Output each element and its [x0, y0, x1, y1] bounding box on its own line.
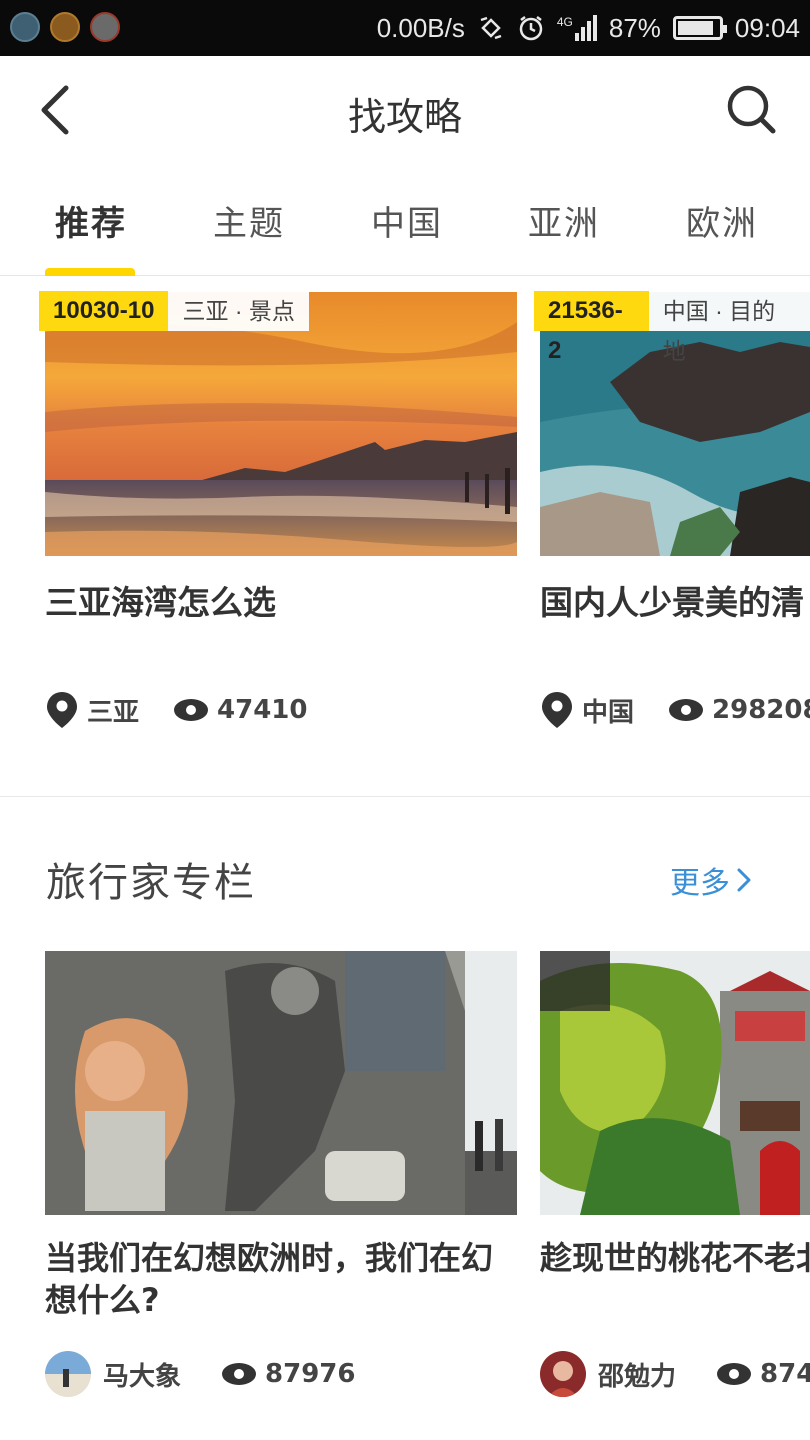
section-divider — [0, 796, 810, 797]
author-name: 马大象 — [103, 1361, 182, 1392]
column-section-title: 旅行家专栏 — [46, 860, 256, 906]
column-title: 趁现世的桃花不老北 — [540, 1239, 810, 1277]
temple-blossom-image — [540, 951, 810, 1215]
column-views: 8743 — [760, 1359, 810, 1389]
views-eye-icon — [222, 1363, 257, 1385]
guide-tag-location: 三亚 · 景点 — [168, 291, 309, 331]
network-type: 4G — [556, 15, 573, 29]
tab-europe[interactable]: 欧洲 — [686, 196, 758, 245]
column-meta: 邵勉力 8743 — [540, 1351, 810, 1397]
network-speed: 0.00B/s — [376, 12, 465, 43]
guide-location: 三亚 — [87, 697, 140, 728]
battery-icon — [672, 16, 727, 40]
guide-views: 47410 — [217, 695, 308, 725]
app-header: 找攻略 — [0, 56, 810, 164]
column-card[interactable]: 趁现世的桃花不老北 邵勉力 8743 — [540, 951, 810, 1401]
guide-location: 中国 — [582, 697, 635, 728]
clock: 09:04 — [734, 12, 800, 43]
app-notification-icon — [50, 12, 80, 42]
signal-icon: 4G — [557, 15, 597, 41]
search-icon[interactable] — [724, 82, 780, 138]
more-link[interactable]: 更多 — [670, 858, 752, 902]
guide-views: 298208 — [712, 695, 810, 725]
author-avatar — [540, 1351, 586, 1397]
views-eye-icon — [174, 699, 209, 721]
guide-meta: 中国 298208 — [540, 690, 810, 730]
views-eye-icon — [669, 699, 704, 721]
page-title: 找攻略 — [347, 95, 462, 139]
tab-recommend[interactable]: 推荐 — [55, 196, 127, 245]
guide-card[interactable]: 21536-2 中国 · 目的地 国内人少景美的清 中国 298208 — [534, 291, 810, 752]
guide-title: 三亚海湾怎么选 — [45, 583, 276, 622]
column-views: 87976 — [265, 1359, 356, 1389]
column-card[interactable]: 当我们在幻想欧洲时，我们在幻想什么? 马大象 87976 — [45, 951, 517, 1401]
tab-china[interactable]: 中国 — [371, 196, 443, 245]
rotate-icon — [480, 16, 502, 40]
guide-tag: 10030-10 三亚 · 景点 — [39, 291, 309, 331]
location-pin-icon — [542, 692, 572, 728]
tab-asia[interactable]: 亚洲 — [528, 196, 600, 245]
location-pin-icon — [47, 692, 77, 728]
guide-card[interactable]: 10030-10 三亚 · 景点 三亚海湾怎么选 三亚 47410 — [39, 291, 517, 752]
tab-theme[interactable]: 主题 — [213, 196, 285, 245]
weibo-notification-icon — [90, 12, 120, 42]
street-mural-image — [45, 951, 517, 1215]
guide-tag-number: 21536-2 — [534, 291, 649, 364]
author-name: 邵勉力 — [598, 1361, 677, 1392]
gallery-notification-icon — [10, 12, 40, 42]
guide-meta: 三亚 47410 — [45, 690, 307, 730]
guide-tag-location: 中国 · 目的地 — [648, 291, 810, 364]
alarm-icon — [519, 16, 543, 41]
category-tabs: 推荐 主题 中国 亚洲 欧洲 — [0, 164, 810, 276]
chevron-right-icon — [737, 868, 751, 892]
column-title: 当我们在幻想欧洲时，我们在幻想什么? — [45, 1239, 494, 1319]
status-bar: 0.00B/s 4G 87% 09:04 — [0, 0, 810, 56]
more-label: 更多 — [670, 866, 730, 901]
sunset-beach-image — [45, 292, 517, 556]
column-meta: 马大象 87976 — [45, 1351, 355, 1397]
active-tab-indicator — [45, 268, 135, 276]
guide-tag-number: 10030-10 — [39, 291, 169, 331]
guide-tag: 21536-2 中国 · 目的地 — [534, 291, 810, 364]
author-avatar — [45, 1351, 91, 1397]
battery-percent: 87% — [608, 12, 661, 43]
guide-title: 国内人少景美的清 — [540, 583, 804, 622]
views-eye-icon — [717, 1363, 752, 1385]
